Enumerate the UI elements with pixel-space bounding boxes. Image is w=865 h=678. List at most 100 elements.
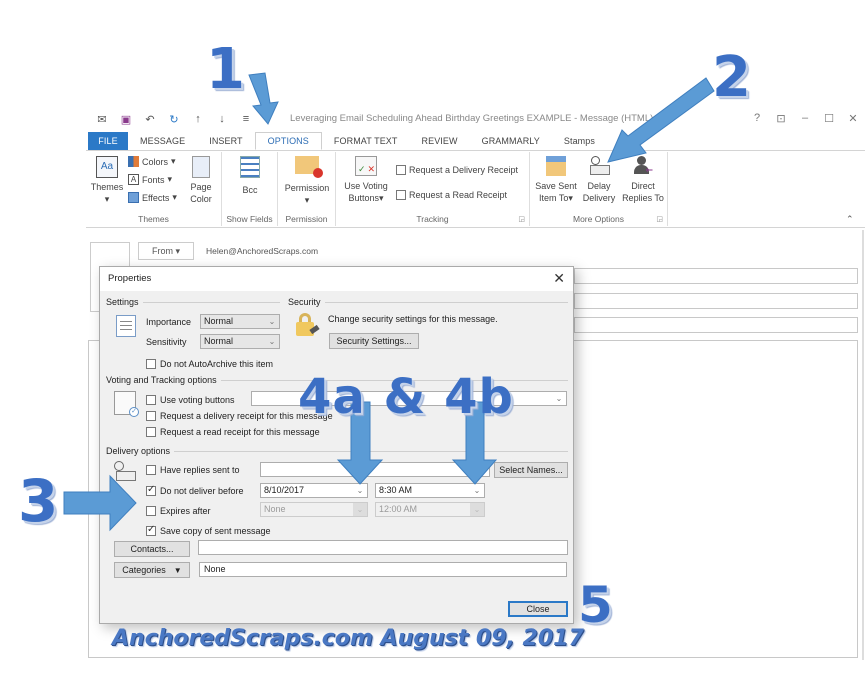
contacts-input[interactable] — [198, 540, 568, 555]
dialog-launcher-icon[interactable]: ◲ — [518, 215, 525, 223]
categories-button[interactable]: Categories ▼ — [114, 562, 190, 578]
ribbon-display-icon[interactable]: ⊡ — [769, 112, 793, 125]
colors-button[interactable]: Colors ▾ — [128, 156, 176, 167]
save-icon[interactable]: ▣ — [114, 111, 138, 127]
minimize-icon[interactable]: – — [793, 112, 817, 125]
checkbox-label: Do not AutoArchive this item — [160, 359, 274, 369]
permission-button[interactable]: Permission ▾ — [280, 156, 334, 206]
fonts-button[interactable]: A Fonts ▾ — [128, 174, 172, 185]
select-value: 8:30 AM — [379, 485, 413, 495]
use-voting-buttons-row[interactable]: Use voting buttons — [146, 395, 235, 405]
deliver-before-checkbox[interactable] — [146, 484, 156, 496]
select-value: Normal — [204, 316, 234, 326]
save-copy-checkbox[interactable] — [146, 524, 156, 536]
direct-replies-label: Direct Replies To — [622, 181, 664, 203]
delay-delivery-button[interactable]: Delay Delivery — [580, 156, 618, 204]
delivery-options-section: Delivery options — [106, 446, 568, 456]
scrollbar[interactable] — [862, 230, 864, 660]
up-icon[interactable]: ↑ — [186, 111, 210, 127]
from-button[interactable]: From ▾ — [138, 242, 194, 260]
themes-button[interactable]: Aa Themes ▾ — [90, 156, 124, 205]
checkbox-label: Do not deliver before — [160, 486, 244, 496]
subject-field[interactable] — [574, 317, 858, 333]
request-read-receipt-checkbox[interactable]: Request a Read Receipt — [396, 190, 507, 200]
dialog-launcher-icon[interactable]: ◲ — [656, 215, 663, 223]
use-voting-buttons-button[interactable]: ✕ ✓ Use Voting Buttons▾ — [340, 156, 392, 204]
delivery-receipt-checkbox[interactable] — [146, 411, 156, 421]
sensitivity-select[interactable]: Normal ⌄ — [200, 334, 280, 349]
voting-document-icon: ✓ — [114, 391, 139, 417]
contacts-button[interactable]: Contacts... — [114, 541, 190, 557]
tab-options[interactable]: OPTIONS — [254, 132, 322, 150]
undo-icon[interactable]: ↶ — [138, 111, 162, 127]
checkbox[interactable] — [396, 190, 406, 200]
tab-insert[interactable]: INSERT — [197, 132, 254, 150]
properties-dialog: Properties ✕ Settings Importance Normal ⌄… — [99, 266, 574, 624]
tab-review[interactable]: REVIEW — [410, 132, 470, 150]
categories-input[interactable]: None — [199, 562, 567, 577]
cc-field[interactable] — [574, 293, 858, 309]
section-label: Security — [288, 297, 321, 307]
tab-grammarly[interactable]: GRAMMARLY — [470, 132, 552, 150]
replies-checkbox[interactable] — [146, 465, 156, 475]
tab-format-text[interactable]: FORMAT TEXT — [322, 132, 410, 150]
bcc-button[interactable]: Bcc — [232, 156, 268, 196]
checkbox[interactable] — [396, 165, 406, 175]
group-label: Show Fields — [226, 214, 273, 224]
down-icon[interactable]: ↓ — [210, 111, 234, 127]
tab-message[interactable]: MESSAGE — [128, 132, 197, 150]
security-settings-button[interactable]: Security Settings... — [329, 333, 419, 349]
mail-icon[interactable]: ✉ — [90, 111, 114, 127]
tab-stamps[interactable]: Stamps — [552, 132, 607, 150]
autoarchive-checkbox-row[interactable]: Do not AutoArchive this item — [146, 359, 273, 369]
deliver-date-picker[interactable]: 8/10/2017 ⌄ — [260, 483, 368, 498]
use-voting-checkbox[interactable] — [146, 395, 156, 405]
select-names-button[interactable]: Select Names... — [494, 462, 568, 478]
checkbox-label: Expires after — [160, 506, 211, 516]
close-icon[interactable]: ✕ — [553, 270, 565, 287]
to-field[interactable] — [574, 268, 858, 284]
request-read-receipt-row[interactable]: Request a read receipt for this message — [146, 427, 320, 437]
settings-section: Settings — [106, 297, 280, 307]
checkbox-label: Request a Read Receipt — [409, 190, 508, 200]
chevron-down-icon: ⌄ — [470, 503, 484, 516]
section-label: Settings — [106, 297, 139, 307]
deliver-time-picker[interactable]: 8:30 AM ⌄ — [375, 483, 485, 498]
save-sent-item-button[interactable]: Save Sent Item To▾ — [534, 156, 578, 204]
replies-to-input[interactable] — [260, 462, 490, 477]
effects-button[interactable]: Effects ▾ — [128, 192, 177, 203]
redo-icon[interactable]: ↻ — [162, 111, 186, 127]
ribbon-tabs: FILE MESSAGE INSERT OPTIONS FORMAT TEXT … — [88, 132, 607, 150]
dropdown-icon: ▾ — [568, 193, 573, 203]
page-color-icon — [192, 156, 210, 178]
customize-icon[interactable]: ≡ — [234, 111, 258, 127]
page-color-button[interactable]: Page Color — [184, 156, 218, 205]
more-options-group: Save Sent Item To▾ Delay Delivery ⇐ Dire… — [530, 152, 668, 226]
maximize-icon[interactable]: ☐ — [817, 112, 841, 125]
direct-replies-to-button[interactable]: ⇐ Direct Replies To — [620, 156, 666, 204]
expires-checkbox[interactable] — [146, 506, 156, 516]
group-label: More Options — [572, 214, 625, 224]
tab-file[interactable]: FILE — [88, 132, 128, 150]
autoarchive-checkbox[interactable] — [146, 359, 156, 369]
dropdown-icon: ▾ — [304, 195, 310, 205]
help-icon[interactable]: ? — [745, 112, 769, 125]
direct-replies-icon: ⇐ — [633, 156, 653, 176]
read-receipt-checkbox[interactable] — [146, 427, 156, 437]
chevron-down-icon: ⌄ — [356, 486, 364, 495]
expires-after-row[interactable]: Expires after — [146, 506, 211, 516]
colors-icon — [128, 156, 139, 167]
do-not-deliver-before-row[interactable]: Do not deliver before — [146, 484, 244, 496]
have-replies-sent-to-row[interactable]: Have replies sent to — [146, 465, 240, 475]
close-button[interactable]: Close — [508, 601, 568, 617]
importance-select[interactable]: Normal ⌄ — [200, 314, 280, 329]
group-label: Permission — [285, 214, 328, 224]
request-delivery-receipt-checkbox[interactable]: Request a Delivery Receipt — [396, 165, 518, 175]
collapse-ribbon-icon[interactable]: ⌃ — [846, 214, 854, 225]
save-copy-row[interactable]: Save copy of sent message — [146, 524, 271, 536]
close-window-icon[interactable]: ✕ — [841, 112, 865, 125]
dialog-title: Properties — [108, 273, 152, 284]
fonts-label: Fonts — [142, 174, 165, 185]
dropdown-icon: ▾ — [104, 194, 110, 204]
security-section: Security — [288, 297, 568, 307]
